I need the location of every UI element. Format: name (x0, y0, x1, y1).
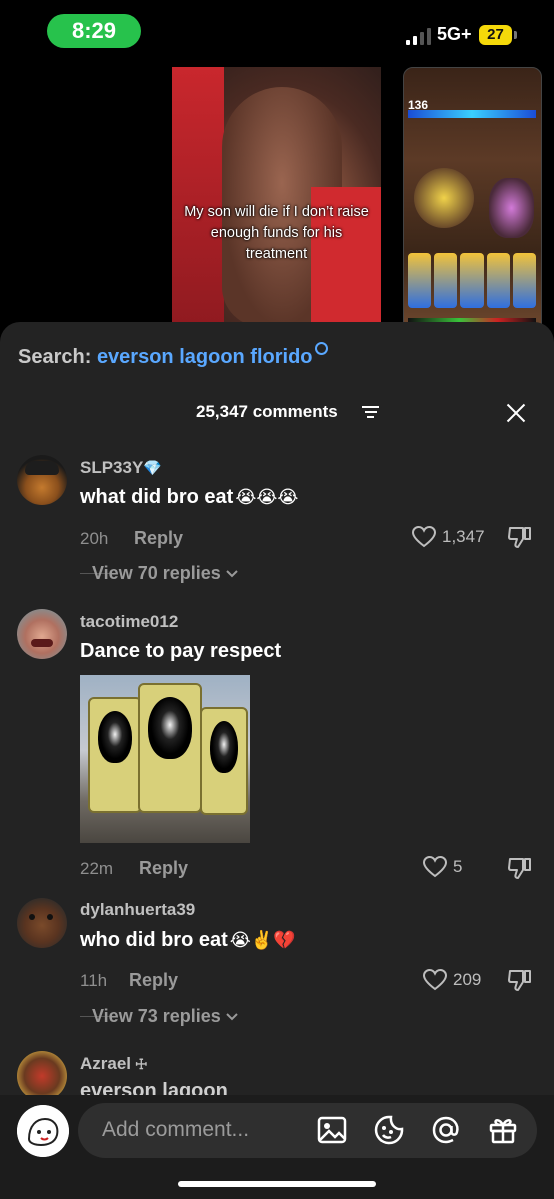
comment-text: what did bro eat 😭😭😭 (80, 486, 299, 508)
gift-icon[interactable] (487, 1114, 519, 1146)
status-bar: 8:29 5G+ 27 (0, 0, 554, 64)
comment-text: who did bro eat 😭✌️💔 (80, 929, 296, 951)
heart-icon (423, 856, 447, 878)
comment-input[interactable]: Add comment... (78, 1103, 537, 1158)
time-pill[interactable]: 8:29 (47, 14, 141, 48)
mention-icon[interactable] (430, 1114, 462, 1146)
search-suggestion[interactable]: Search: everson lagoon florido (18, 342, 328, 369)
home-indicator (178, 1181, 376, 1187)
view-replies-button[interactable]: View 73 replies (80, 1006, 239, 1027)
chevron-down-icon (226, 1012, 238, 1020)
comment-time: 20h (80, 529, 109, 548)
comment-username[interactable]: dylanhuerta39 (80, 900, 195, 920)
comments-count: 25,347 comments (196, 402, 338, 421)
filter-icon[interactable] (362, 406, 379, 420)
battery-icon: 27 (479, 25, 512, 45)
network-label: 5G+ (437, 24, 472, 44)
search-label: Search: (18, 346, 92, 368)
cross-badge-icon: ☩ (135, 1056, 148, 1072)
comment-username[interactable]: SLP33Y💎 (80, 458, 162, 478)
heart-icon (423, 969, 447, 991)
sticker-icon[interactable] (373, 1114, 405, 1146)
comment-time: 22m (80, 859, 114, 878)
like-count: 209 (453, 970, 482, 989)
close-icon[interactable] (505, 402, 527, 424)
avatar[interactable] (17, 455, 67, 505)
comment-time: 11h (80, 971, 108, 990)
comment-username[interactable]: tacotime012 (80, 612, 178, 632)
dislike-icon[interactable] (507, 525, 533, 549)
like-button[interactable]: 1,347 (412, 526, 485, 548)
video-caption: My son will die if I don’t raise enough … (184, 204, 369, 262)
like-button[interactable]: 209 (423, 969, 481, 991)
like-button[interactable]: 5 (423, 856, 462, 878)
like-count: 1,347 (442, 527, 485, 546)
comment-gif[interactable] (80, 675, 250, 843)
view-replies-button[interactable]: View 70 replies (80, 563, 239, 584)
comment-input-placeholder: Add comment... (102, 1118, 250, 1141)
chevron-down-icon (226, 569, 238, 577)
reply-button[interactable]: Reply (139, 858, 188, 879)
heart-icon (412, 526, 436, 548)
search-icon (314, 342, 328, 355)
reply-button[interactable]: Reply (134, 528, 183, 549)
comment-username[interactable]: Azrael ☩ (80, 1054, 148, 1074)
avatar[interactable] (17, 1051, 67, 1101)
my-avatar[interactable] (17, 1105, 69, 1157)
like-count: 5 (453, 857, 463, 876)
avatar[interactable] (17, 898, 67, 948)
signal-icon (406, 27, 431, 45)
image-icon[interactable] (316, 1114, 348, 1146)
video-thumbnail[interactable]: My son will die if I don’t raise enough … (172, 67, 381, 329)
diamond-badge-icon: 💎 (143, 459, 162, 477)
search-query[interactable]: everson lagoon florido (97, 346, 313, 368)
avatar[interactable] (17, 609, 67, 659)
dislike-icon[interactable] (507, 856, 533, 880)
comment-text: Dance to pay respect (80, 640, 282, 662)
dislike-icon[interactable] (507, 968, 533, 992)
battery-tip (514, 31, 517, 39)
reply-button[interactable]: Reply (129, 970, 178, 991)
